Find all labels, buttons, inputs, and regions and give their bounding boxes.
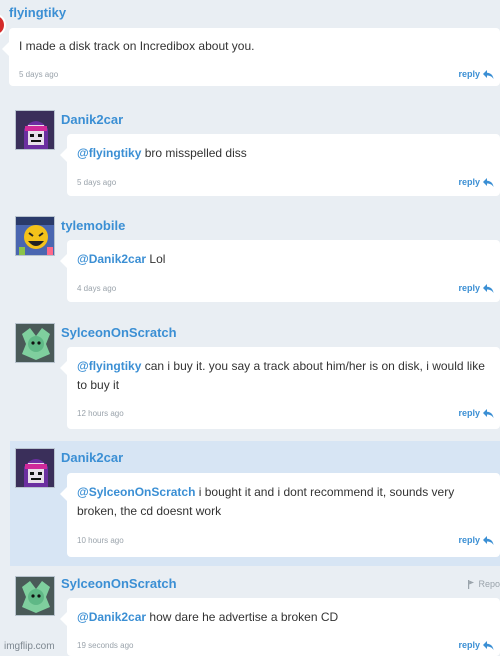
reply-arrow-icon — [483, 408, 494, 418]
comment-timestamp: 12 hours ago — [77, 409, 124, 418]
comment-sylceononscratch: SylceonOnScratch @flyingtiky can i buy i… — [0, 316, 500, 434]
reply-label: reply — [458, 177, 480, 187]
comment-author[interactable]: SylceonOnScratch — [61, 576, 177, 591]
comment-tylemobile: tylemobile @Danik2car Lol 4 days ago rep… — [0, 210, 500, 306]
comment-bubble: @flyingtiky can i buy it. you say a trac… — [60, 347, 500, 429]
flag-icon — [468, 579, 475, 589]
reply-arrow-icon — [483, 535, 494, 545]
comment-text: @Danik2car Lol — [77, 250, 490, 269]
comment-bubble: @Danik2car Lol 4 days ago reply — [60, 240, 500, 302]
comment-danik2car: Danik2car @flyingtiky bro misspelled dis… — [0, 104, 500, 200]
comment-text: I made a disk track on Incredibox about … — [19, 37, 490, 56]
avatar[interactable] — [15, 323, 55, 363]
comment-author[interactable]: Danik2car — [61, 450, 123, 465]
comment-danik2car-highlighted: Danik2car @SylceonOnScratch i bought it … — [10, 441, 500, 566]
reply-arrow-icon — [483, 69, 494, 79]
comment-author[interactable]: SylceonOnScratch — [61, 325, 177, 340]
avatar[interactable] — [15, 576, 55, 616]
reply-label: reply — [458, 535, 480, 545]
reply-arrow-icon — [483, 640, 494, 650]
comment-bubble: @flyingtiky bro misspelled diss 5 days a… — [60, 134, 500, 196]
mention-link[interactable]: @flyingtiky — [77, 359, 141, 373]
comment-bubble: I made a disk track on Incredibox about … — [2, 28, 500, 86]
reply-button[interactable]: reply — [458, 640, 494, 650]
comment-timestamp: 5 days ago — [77, 178, 117, 187]
comment-bubble: @SylceonOnScratch i bought it and i dont… — [60, 473, 500, 557]
reply-label: reply — [458, 283, 480, 293]
comment-author[interactable]: tylemobile — [61, 218, 125, 233]
reply-button[interactable]: reply — [458, 69, 494, 79]
comment-timestamp: 10 hours ago — [77, 536, 124, 545]
mention-link[interactable]: @Danik2car — [77, 610, 146, 624]
mention-link[interactable]: @Danik2car — [77, 252, 146, 266]
comment-text: @flyingtiky can i buy it. you say a trac… — [77, 357, 490, 395]
comment-text: @flyingtiky bro misspelled diss — [77, 144, 490, 163]
comment-text: @Danik2car how dare he advertise a broke… — [77, 608, 490, 627]
reply-button[interactable]: reply — [458, 408, 494, 418]
reply-button[interactable]: reply — [458, 535, 494, 545]
reply-label: reply — [458, 408, 480, 418]
reply-button[interactable]: reply — [458, 283, 494, 293]
reply-arrow-icon — [483, 283, 494, 293]
imgflip-watermark: imgflip.com — [4, 641, 55, 652]
comment-body: I made a disk track on Incredibox about … — [19, 39, 255, 53]
reply-label: reply — [458, 640, 480, 650]
comment-body: bro misspelled diss — [141, 146, 247, 160]
comment-author[interactable]: flyingtiky — [9, 5, 66, 20]
reply-label: reply — [458, 69, 480, 79]
reply-button[interactable]: reply — [458, 177, 494, 187]
report-button[interactable]: Repo — [467, 579, 500, 589]
comment-sylceononscratch-latest: SylceonOnScratch Repo @Danik2car how dar… — [0, 568, 500, 656]
comment-text: @SylceonOnScratch i bought it and i dont… — [77, 483, 490, 521]
comment-bubble: @Danik2car how dare he advertise a broke… — [60, 598, 500, 656]
avatar[interactable] — [0, 14, 6, 36]
avatar[interactable] — [15, 448, 55, 488]
comment-timestamp: 19 seconds ago — [77, 641, 134, 650]
avatar[interactable] — [15, 216, 55, 256]
comment-timestamp: 5 days ago — [19, 70, 59, 79]
comment-body: how dare he advertise a broken CD — [146, 610, 339, 624]
report-label: Repo — [478, 579, 500, 589]
mention-link[interactable]: @flyingtiky — [77, 146, 141, 160]
comment-flyingtiky: flyingtiky I made a disk track on Incred… — [0, 0, 500, 92]
comment-author[interactable]: Danik2car — [61, 112, 123, 127]
mention-link[interactable]: @SylceonOnScratch — [77, 485, 195, 499]
comment-timestamp: 4 days ago — [77, 284, 117, 293]
reply-arrow-icon — [483, 177, 494, 187]
avatar[interactable] — [15, 110, 55, 150]
comment-body: Lol — [146, 252, 166, 266]
